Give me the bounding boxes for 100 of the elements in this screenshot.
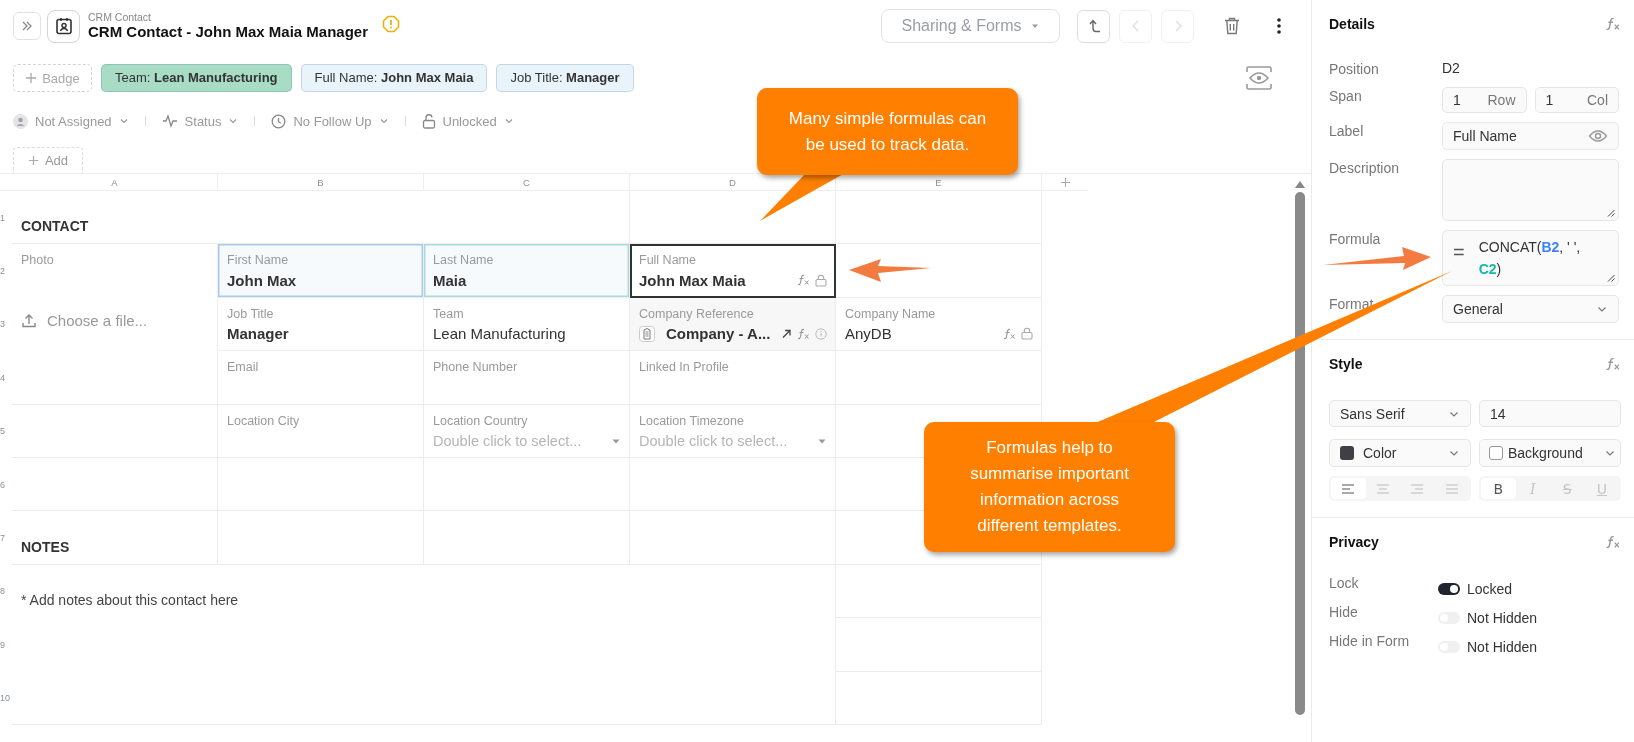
grid-cell[interactable]: Location City	[218, 404, 424, 458]
field-value: Manager	[227, 325, 289, 343]
grid-cell[interactable]: Location Timezone Double click to select...	[630, 404, 836, 458]
scrollbar[interactable]	[1295, 192, 1305, 715]
chevrons-right-icon	[20, 19, 34, 33]
empty-cell[interactable]	[836, 191, 1042, 245]
pulse-icon	[161, 114, 178, 128]
grid-cell[interactable]: Full Name John Max Maia	[630, 244, 836, 298]
field-label: Email	[227, 359, 260, 376]
choose-file-button[interactable]: Choose a file...	[21, 312, 209, 330]
row-number: 3	[0, 318, 6, 332]
grid-cell[interactable]: NOTES	[12, 511, 218, 565]
field-label: Full Name	[639, 252, 697, 269]
property-label: Hide	[1329, 603, 1359, 620]
font-select[interactable]: Sans Serif	[1329, 400, 1471, 427]
more-options-icon[interactable]	[1276, 17, 1282, 35]
go-up-button[interactable]	[1077, 9, 1110, 43]
span-input[interactable]: 1 Col	[1534, 87, 1619, 113]
record-title: CRM Contact - John Max Maia Manager	[88, 23, 369, 41]
property-label: Formula	[1329, 230, 1381, 247]
grid-cell[interactable]: Job Title Manager	[218, 297, 424, 352]
field-value: Maia	[433, 271, 467, 289]
sharing-forms-button[interactable]: Sharing & Forms	[881, 9, 1060, 43]
expand-button[interactable]	[13, 12, 41, 40]
grid-cell[interactable]: Photo Choose a file...	[12, 244, 218, 405]
meta-dropdown[interactable]: No Follow Up	[271, 113, 389, 129]
field-value: Lean Manufacturing	[433, 325, 566, 343]
format-select[interactable]: General	[1442, 295, 1619, 323]
caret-icon	[378, 116, 389, 126]
callout-tooltip: Formulas help to summarise important information across different templates.	[924, 422, 1175, 552]
background-color-select[interactable]: Background	[1479, 439, 1621, 467]
add-column-icon[interactable]	[1059, 176, 1071, 188]
grid-cell[interactable]: Phone Number	[424, 351, 630, 405]
meta-dropdown[interactable]: Unlocked	[421, 113, 514, 129]
resize-handle-icon[interactable]	[1607, 209, 1615, 217]
reference-link[interactable]: Company - A...	[666, 325, 771, 343]
align-left-icon	[1341, 483, 1356, 494]
select-placeholder[interactable]: Double click to select...	[639, 432, 788, 449]
text-format-button[interactable]: B	[1481, 478, 1516, 499]
grid-cell[interactable]: Company Name AnyDB	[836, 297, 1042, 352]
add-button[interactable]: Add	[13, 147, 83, 173]
grid-cell[interactable]: CONTACT	[12, 191, 630, 245]
badge[interactable]: Job Title: Manager	[496, 64, 634, 92]
trash-icon[interactable]	[1223, 16, 1241, 36]
align-right-icon	[1410, 483, 1425, 494]
grid-cell[interactable]: * Add notes about this contact here	[12, 564, 836, 725]
field-label: Team	[433, 305, 465, 322]
select-placeholder[interactable]: Double click to select...	[433, 432, 582, 449]
field-label: Location City	[227, 412, 301, 429]
scroll-up-icon[interactable]	[1295, 181, 1305, 188]
toggle-switch[interactable]	[1438, 582, 1460, 595]
warning-icon	[382, 15, 401, 33]
toggle-label: Locked	[1467, 580, 1513, 597]
font-size-input[interactable]: 14	[1479, 400, 1621, 427]
property-label: Span	[1329, 87, 1362, 104]
row-number: 7	[0, 532, 6, 546]
eye-icon[interactable]	[1588, 129, 1608, 143]
row-number: 5	[0, 425, 6, 439]
resize-handle-icon[interactable]	[1607, 274, 1615, 282]
section-heading: CONTACT	[21, 218, 90, 235]
section-title: Details	[1329, 16, 1375, 32]
label-input[interactable]: Full Name	[1442, 122, 1619, 150]
section-title: Privacy	[1329, 534, 1379, 550]
badge[interactable]: Team: Lean Manufacturing	[101, 64, 292, 92]
formula-field[interactable]: = CONCAT(B2, ' ', C2)	[1442, 230, 1619, 286]
record-type: CRM Contact	[88, 11, 152, 24]
text-color-select[interactable]: Color	[1329, 439, 1471, 467]
grid-cell[interactable]: Email	[218, 351, 424, 405]
grid-cell[interactable]: Team Lean Manufacturing	[424, 297, 630, 352]
field-label: Last Name	[433, 252, 495, 269]
row-number: 6	[0, 478, 6, 492]
row-number: 1	[0, 211, 6, 225]
row-number: 2	[0, 265, 6, 279]
grid-cell[interactable]: First Name John Max	[218, 244, 424, 298]
meta-dropdown[interactable]: Not Assigned	[13, 113, 129, 129]
span-input[interactable]: 1 Row	[1442, 87, 1527, 113]
field-label: Company Name	[845, 305, 937, 322]
property-label: Hide in Form	[1329, 632, 1411, 649]
field-label: Location Timezone	[639, 412, 745, 429]
grid-cell[interactable]: Location Country Double click to select...	[424, 404, 630, 458]
meta-dropdown[interactable]: Status	[161, 113, 239, 129]
grid-cell[interactable]: Last Name Maia	[424, 244, 630, 298]
field-label: Linked In Profile	[639, 359, 730, 376]
formula-icon[interactable]	[1605, 535, 1621, 549]
grid-cell[interactable]: Company Reference Company - A...	[630, 297, 836, 352]
notes-text: * Add notes about this contact here	[21, 591, 240, 608]
field-label: First Name	[227, 252, 290, 269]
preview-eye-icon[interactable]	[1245, 65, 1273, 91]
add-badge-button[interactable]: Badge	[13, 64, 92, 92]
row-number: 10	[0, 692, 11, 706]
field-value: John Max	[227, 271, 297, 289]
grid-cell[interactable]: Linked In Profile	[630, 351, 836, 405]
align-left-button[interactable]	[1331, 478, 1366, 499]
open-link-icon[interactable]	[781, 328, 792, 340]
formula-icon[interactable]	[1605, 17, 1621, 31]
description-field[interactable]	[1442, 159, 1619, 221]
formula-icon[interactable]	[1605, 357, 1621, 371]
field-label: Photo	[21, 252, 55, 269]
badge[interactable]: Full Name: John Max Maia	[300, 64, 488, 92]
align-center-icon	[1375, 483, 1390, 494]
